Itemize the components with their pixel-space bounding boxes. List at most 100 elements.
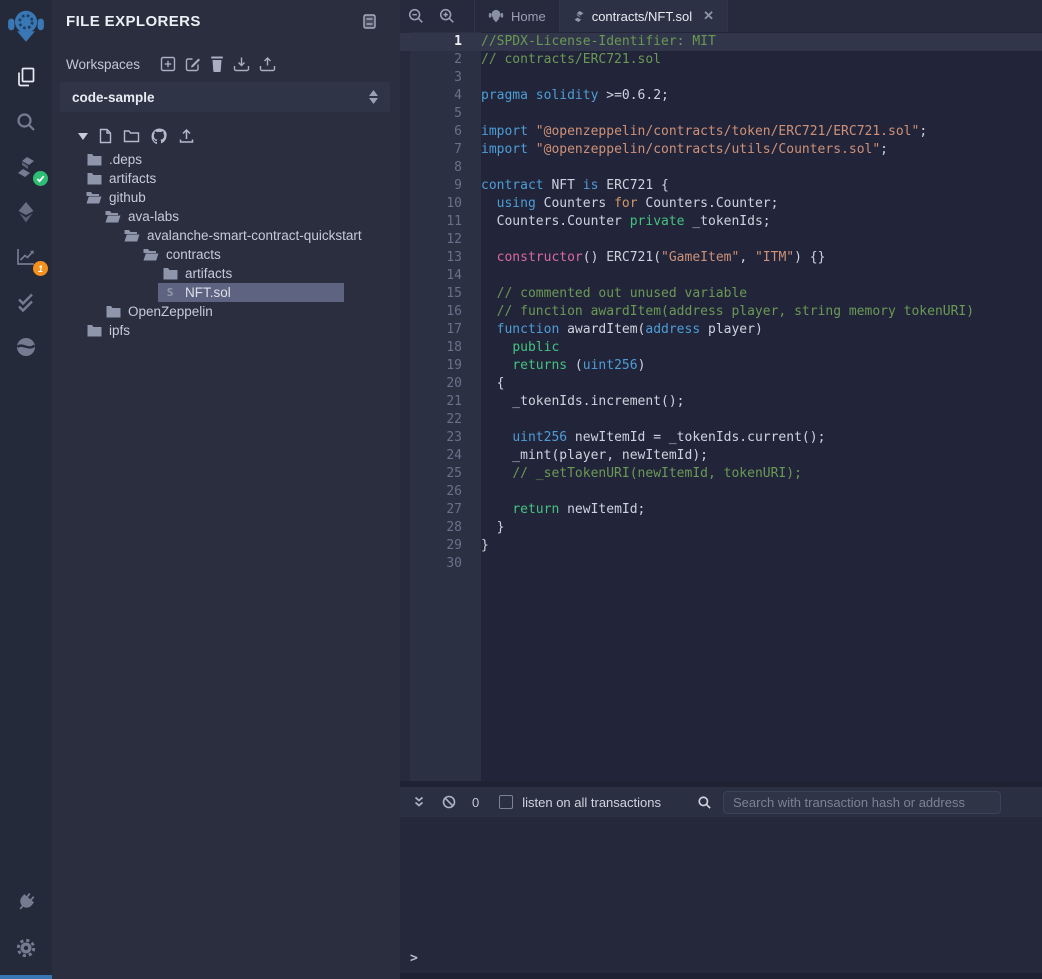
line-number[interactable]: 30: [410, 555, 462, 573]
line-number[interactable]: 13: [410, 249, 462, 267]
line-number[interactable]: 29: [410, 537, 462, 555]
line-number[interactable]: 1: [410, 33, 462, 51]
line-number[interactable]: 25: [410, 465, 462, 483]
code-line[interactable]: 1//SPDX-License-Identifier: MIT: [400, 33, 1042, 51]
code-line[interactable]: 15 // commented out unused variable: [400, 285, 1042, 303]
line-number[interactable]: 14: [410, 267, 462, 285]
code-line[interactable]: 16 // function awardItem(address player,…: [400, 303, 1042, 321]
plugin-manager-icon[interactable]: [11, 887, 41, 917]
code-editor[interactable]: 1//SPDX-License-Identifier: MIT2// contr…: [400, 32, 1042, 781]
workspace-select[interactable]: code-sample: [60, 82, 390, 112]
tree-item-nft-sol[interactable]: SNFT.sol: [52, 283, 400, 302]
unit-testing-icon[interactable]: [11, 287, 41, 317]
new-file-icon[interactable]: [99, 128, 112, 144]
line-number[interactable]: 18: [410, 339, 462, 357]
code-line[interactable]: 22: [400, 411, 1042, 429]
code-line[interactable]: 29}: [400, 537, 1042, 555]
line-number[interactable]: 11: [410, 213, 462, 231]
remix-logo-icon[interactable]: [0, 0, 52, 52]
code-line[interactable]: 9contract NFT is ERC721 {: [400, 177, 1042, 195]
collapse-chevron-icon[interactable]: [78, 133, 88, 140]
listen-transactions-checkbox[interactable]: [499, 795, 513, 809]
tab-home[interactable]: Home: [474, 0, 559, 32]
line-number[interactable]: 17: [410, 321, 462, 339]
code-line[interactable]: 24 _mint(player, newItemId);: [400, 447, 1042, 465]
tree-item-contracts[interactable]: contracts: [52, 245, 400, 264]
code-line[interactable]: 28 }: [400, 519, 1042, 537]
line-number[interactable]: 4: [410, 87, 462, 105]
new-folder-icon[interactable]: [123, 129, 140, 143]
code-line[interactable]: 17 function awardItem(address player): [400, 321, 1042, 339]
line-number[interactable]: 28: [410, 519, 462, 537]
download-workspaces-icon[interactable]: [233, 56, 250, 72]
create-workspace-icon[interactable]: [160, 56, 176, 72]
line-number[interactable]: 12: [410, 231, 462, 249]
tree-item-artifacts[interactable]: artifacts: [52, 264, 400, 283]
code-line[interactable]: 6import "@openzeppelin/contracts/token/E…: [400, 123, 1042, 141]
tree-item-openzeppelin[interactable]: OpenZeppelin: [52, 302, 400, 321]
solidity-compiler-icon[interactable]: [11, 152, 41, 182]
line-number[interactable]: 24: [410, 447, 462, 465]
line-number[interactable]: 10: [410, 195, 462, 213]
deploy-run-icon[interactable]: [11, 197, 41, 227]
github-clone-icon[interactable]: [151, 128, 168, 144]
terminal-search-input[interactable]: [723, 791, 1001, 814]
code-line[interactable]: 23 uint256 newItemId = _tokenIds.current…: [400, 429, 1042, 447]
rename-workspace-icon[interactable]: [185, 56, 201, 72]
code-line[interactable]: 20 {: [400, 375, 1042, 393]
code-line[interactable]: 10 using Counters for Counters.Counter;: [400, 195, 1042, 213]
line-number[interactable]: 16: [410, 303, 462, 321]
line-number[interactable]: 7: [410, 141, 462, 159]
tree-item--deps[interactable]: .deps: [52, 150, 400, 169]
line-number[interactable]: 6: [410, 123, 462, 141]
line-number[interactable]: 27: [410, 501, 462, 519]
settings-gear-icon[interactable]: [11, 933, 41, 963]
code-line[interactable]: 12: [400, 231, 1042, 249]
book-docs-icon[interactable]: [363, 14, 376, 29]
tree-item-ava-labs[interactable]: ava-labs: [52, 207, 400, 226]
terminal-output[interactable]: >: [400, 817, 1042, 979]
code-line[interactable]: 3: [400, 69, 1042, 87]
code-line[interactable]: 27 return newItemId;: [400, 501, 1042, 519]
code-line[interactable]: 14: [400, 267, 1042, 285]
line-number[interactable]: 19: [410, 357, 462, 375]
tree-item-avalanche-smart-contract-quickstart[interactable]: avalanche-smart-contract-quickstart: [52, 226, 400, 245]
code-line[interactable]: 7import "@openzeppelin/contracts/utils/C…: [400, 141, 1042, 159]
line-number[interactable]: 8: [410, 159, 462, 177]
line-number[interactable]: 22: [410, 411, 462, 429]
line-number[interactable]: 20: [410, 375, 462, 393]
tab-close-icon[interactable]: ✕: [703, 8, 714, 24]
code-line[interactable]: 21 _tokenIds.increment();: [400, 393, 1042, 411]
publish-gist-icon[interactable]: [179, 129, 194, 144]
zoom-out-icon[interactable]: [400, 0, 431, 32]
delete-workspace-icon[interactable]: [210, 56, 224, 72]
code-line[interactable]: 25 // _setTokenURI(newItemId, tokenURI);: [400, 465, 1042, 483]
code-line[interactable]: 4pragma solidity >=0.6.2;: [400, 87, 1042, 105]
tab-nft-sol[interactable]: contracts/NFT.sol ✕: [559, 0, 728, 32]
tree-item-artifacts[interactable]: artifacts: [52, 169, 400, 188]
zoom-in-icon[interactable]: [431, 0, 462, 32]
code-line[interactable]: 18 public: [400, 339, 1042, 357]
code-line[interactable]: 8: [400, 159, 1042, 177]
tree-item-github[interactable]: github: [52, 188, 400, 207]
file-explorer-icon[interactable]: [11, 62, 41, 92]
line-number[interactable]: 3: [410, 69, 462, 87]
line-number[interactable]: 23: [410, 429, 462, 447]
sourcify-icon[interactable]: [11, 332, 41, 362]
search-icon[interactable]: [11, 107, 41, 137]
code-line[interactable]: 30: [400, 555, 1042, 573]
code-line[interactable]: 19 returns (uint256): [400, 357, 1042, 375]
line-number[interactable]: 9: [410, 177, 462, 195]
code-line[interactable]: 5: [400, 105, 1042, 123]
clear-console-icon[interactable]: [438, 795, 460, 809]
line-number[interactable]: 26: [410, 483, 462, 501]
code-line[interactable]: 2// contracts/ERC721.sol: [400, 51, 1042, 69]
line-number[interactable]: 15: [410, 285, 462, 303]
line-number[interactable]: 5: [410, 105, 462, 123]
line-number[interactable]: 2: [410, 51, 462, 69]
restore-workspaces-icon[interactable]: [259, 56, 276, 72]
terminal-expand-icon[interactable]: [408, 796, 430, 808]
analytics-icon[interactable]: 1: [11, 242, 41, 272]
code-line[interactable]: 11 Counters.Counter private _tokenIds;: [400, 213, 1042, 231]
code-line[interactable]: 26: [400, 483, 1042, 501]
